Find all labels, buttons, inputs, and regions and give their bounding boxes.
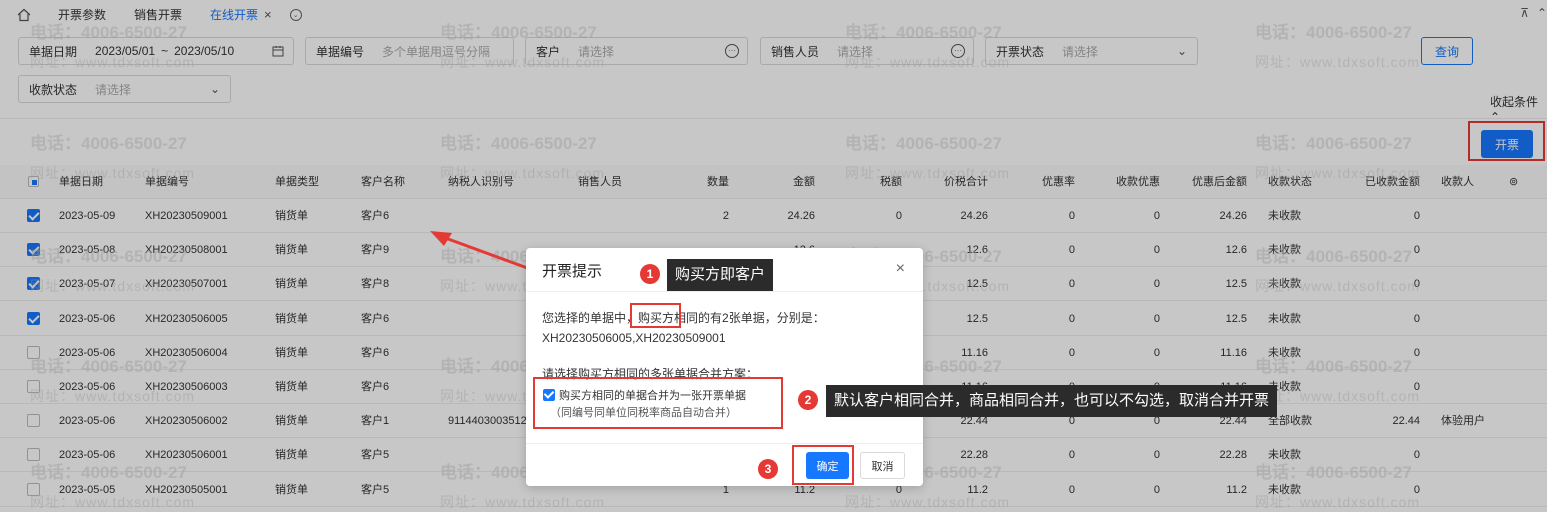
annotation-badge-1: 1 <box>640 264 660 284</box>
highlight-box-buyer <box>630 303 681 328</box>
dialog-divider <box>526 443 923 444</box>
annotation-tooltip-1: 购买方即客户 <box>667 259 774 291</box>
annotation-badge-2: 2 <box>798 390 818 410</box>
dialog-divider <box>526 291 923 292</box>
highlight-box-merge-option <box>533 377 783 429</box>
highlight-box-confirm <box>792 445 854 485</box>
app-window: 开票参数 销售开票 在线开票 × ⌄ ⊼ ⌃ 单据日期 2023/05/01 ~… <box>0 0 1547 512</box>
annotation-tooltip-2: 默认客户相同合并，商品相同合并，也可以不勾选，取消合并开票 <box>826 385 1278 417</box>
message-suffix: 相同的有2张单据，分别是： <box>674 311 825 325</box>
dialog-title: 开票提示 <box>542 263 603 280</box>
dialog-message: 您选择的单据中，购买方相同的有2张单据，分别是： <box>542 311 825 325</box>
message-prefix: 您选择的单据中 <box>542 311 627 325</box>
document-codes: XH20230506005,XH20230509001 <box>542 331 726 345</box>
annotation-badge-3: 3 <box>758 459 778 479</box>
close-icon[interactable]: × <box>896 260 905 278</box>
cancel-button[interactable]: 取消 <box>860 452 905 479</box>
